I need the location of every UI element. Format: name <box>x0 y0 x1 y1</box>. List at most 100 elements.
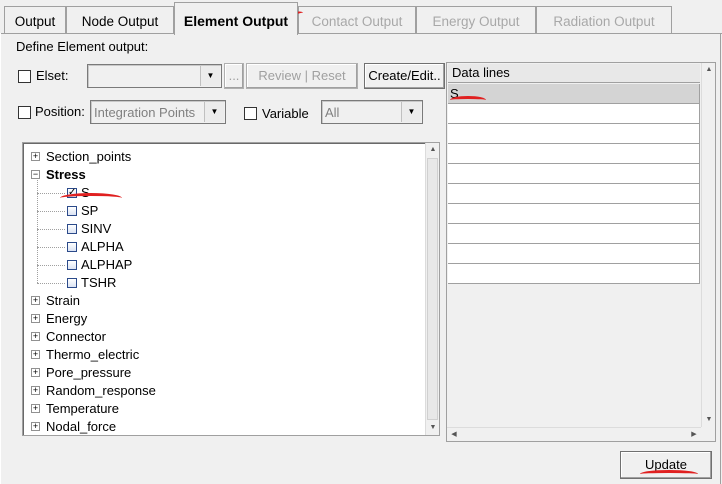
tree-connector <box>37 247 65 248</box>
tree-node-nodal-force[interactable]: + Nodal_force <box>23 418 423 436</box>
scroll-down-icon[interactable]: ▼ <box>426 421 440 435</box>
tree-node-label: Energy <box>46 311 88 326</box>
data-line-cell[interactable] <box>448 164 700 184</box>
elset-label: Elset: <box>36 68 69 83</box>
tree-connector <box>37 265 65 266</box>
scroll-up-icon[interactable]: ▲ <box>426 143 440 157</box>
tree-connector <box>37 211 65 212</box>
tree-leaf-label: ALPHA <box>81 239 124 254</box>
variable-label: Variable <box>262 106 309 121</box>
tree-node-stress[interactable]: − Stress <box>23 166 423 184</box>
scroll-left-icon[interactable]: ◀ <box>447 428 461 442</box>
variable-checkbox[interactable] <box>244 107 257 120</box>
tree-leaf-label: SINV <box>81 221 112 236</box>
data-line-cell[interactable] <box>448 244 700 264</box>
annotation-underline <box>640 470 698 478</box>
tree-leaf-tshr[interactable]: TSHR <box>23 274 423 292</box>
scroll-right-icon[interactable]: ▶ <box>687 428 701 442</box>
annotation-underline <box>450 96 486 104</box>
collapse-icon[interactable]: − <box>31 170 40 179</box>
tree-connector <box>37 193 65 194</box>
checkbox-icon[interactable] <box>67 206 77 216</box>
data-line-cell[interactable] <box>448 264 700 284</box>
tree-node-connector[interactable]: + Connector <box>23 328 423 346</box>
scroll-up-icon[interactable]: ▲ <box>702 63 716 77</box>
expand-icon[interactable]: + <box>31 314 40 323</box>
data-line-cell[interactable] <box>448 144 700 164</box>
data-line-cell[interactable] <box>448 104 700 124</box>
review-reset-button[interactable]: Review | Reset <box>246 63 358 89</box>
chevron-down-icon: ▼ <box>200 66 220 86</box>
tree-node-label: Temperature <box>46 401 119 416</box>
expand-icon[interactable]: + <box>31 296 40 305</box>
position-combo-value: Integration Points <box>94 105 196 120</box>
tree-node-thermo-electric[interactable]: + Thermo_electric <box>23 346 423 364</box>
expand-icon[interactable]: + <box>31 422 40 431</box>
elset-checkbox[interactable] <box>18 70 31 83</box>
data-line-cell[interactable] <box>448 204 700 224</box>
data-lines-header: Data lines <box>448 64 700 83</box>
variable-combo-value: All <box>325 105 340 120</box>
tree-scrollbar[interactable]: ▲ ▼ <box>425 143 439 435</box>
tab-radiation-output: Radiation Output <box>536 6 672 34</box>
tab-divider <box>0 33 722 34</box>
scroll-thumb[interactable] <box>427 158 438 420</box>
position-label: Position: <box>35 104 85 119</box>
chevron-down-icon: ▼ <box>401 102 421 122</box>
tree-leaf-label: TSHR <box>81 275 117 290</box>
tree-leaf-alpha[interactable]: ALPHA <box>23 238 423 256</box>
expand-icon[interactable]: + <box>31 404 40 413</box>
expand-icon[interactable]: + <box>31 332 40 341</box>
chevron-down-icon: ▼ <box>204 102 224 122</box>
tree-node-label: Random_response <box>46 383 156 398</box>
data-lines-grid[interactable]: Data lines S. ▲ ▼ ◀ ▶ <box>446 62 716 442</box>
tree-leaf-alphap[interactable]: ALPHAP <box>23 256 423 274</box>
checkbox-icon[interactable] <box>67 242 77 252</box>
elset-combo[interactable]: ▼ <box>87 64 222 88</box>
data-line-cell[interactable] <box>448 124 700 144</box>
tree-node-label: Strain <box>46 293 80 308</box>
expand-icon[interactable]: + <box>31 386 40 395</box>
expand-icon[interactable]: + <box>31 350 40 359</box>
tree-node-pore-pressure[interactable]: + Pore_pressure <box>23 364 423 382</box>
grid-vertical-scrollbar[interactable]: ▲ ▼ <box>701 63 715 427</box>
tree-node-section-points[interactable]: + Section_points <box>23 148 423 166</box>
data-line-cell[interactable] <box>448 224 700 244</box>
output-variable-tree[interactable]: +Section_points−StressSSPSINVALPHAALPHAP… <box>22 142 440 436</box>
tree-node-label: Nodal_force <box>46 419 117 434</box>
panel-border <box>720 33 721 484</box>
tree-node-label: Connector <box>46 329 106 344</box>
variable-combo[interactable]: All ▼ <box>321 100 423 124</box>
create-edit-button[interactable]: Create/Edit.. <box>364 63 445 89</box>
tab-node-output[interactable]: Node Output <box>66 6 174 34</box>
expand-icon[interactable]: + <box>31 152 40 161</box>
checkbox-icon[interactable] <box>67 224 77 234</box>
elset-browse-button[interactable]: ... <box>224 63 244 89</box>
grid-horizontal-scrollbar[interactable]: ◀ ▶ <box>447 427 701 441</box>
panel-border-left <box>0 33 1 484</box>
tab-element-output[interactable]: Element Output <box>174 2 298 35</box>
tab-output[interactable]: Output <box>4 6 66 34</box>
section-label: Define Element output: <box>16 39 149 54</box>
tab-energy-output: Energy Output <box>416 6 536 34</box>
tree-node-energy[interactable]: + Energy <box>23 310 423 328</box>
data-line-cell[interactable]: S. <box>448 84 700 104</box>
tree-leaf-label: SP <box>81 203 99 218</box>
expand-icon[interactable]: + <box>31 368 40 377</box>
tree-connector <box>37 229 65 230</box>
tree-leaf-label: ALPHAP <box>81 257 133 272</box>
checkbox-icon[interactable] <box>67 278 77 288</box>
checkbox-icon[interactable] <box>67 260 77 270</box>
scroll-down-icon[interactable]: ▼ <box>702 413 716 427</box>
tree-node-label: Stress <box>46 167 86 182</box>
tree-leaf-sinv[interactable]: SINV <box>23 220 423 238</box>
position-checkbox[interactable] <box>18 106 31 119</box>
data-line-cell[interactable] <box>448 184 700 204</box>
tree-leaf-sp[interactable]: SP <box>23 202 423 220</box>
position-combo[interactable]: Integration Points ▼ <box>90 100 226 124</box>
tree-node-temperature[interactable]: + Temperature <box>23 400 423 418</box>
tree-node-random-response[interactable]: + Random_response <box>23 382 423 400</box>
tab-contact-output: Contact Output <box>298 6 416 34</box>
tree-node-strain[interactable]: + Strain <box>23 292 423 310</box>
tab-strip: Output Node Output Element Output Contac… <box>0 0 722 35</box>
